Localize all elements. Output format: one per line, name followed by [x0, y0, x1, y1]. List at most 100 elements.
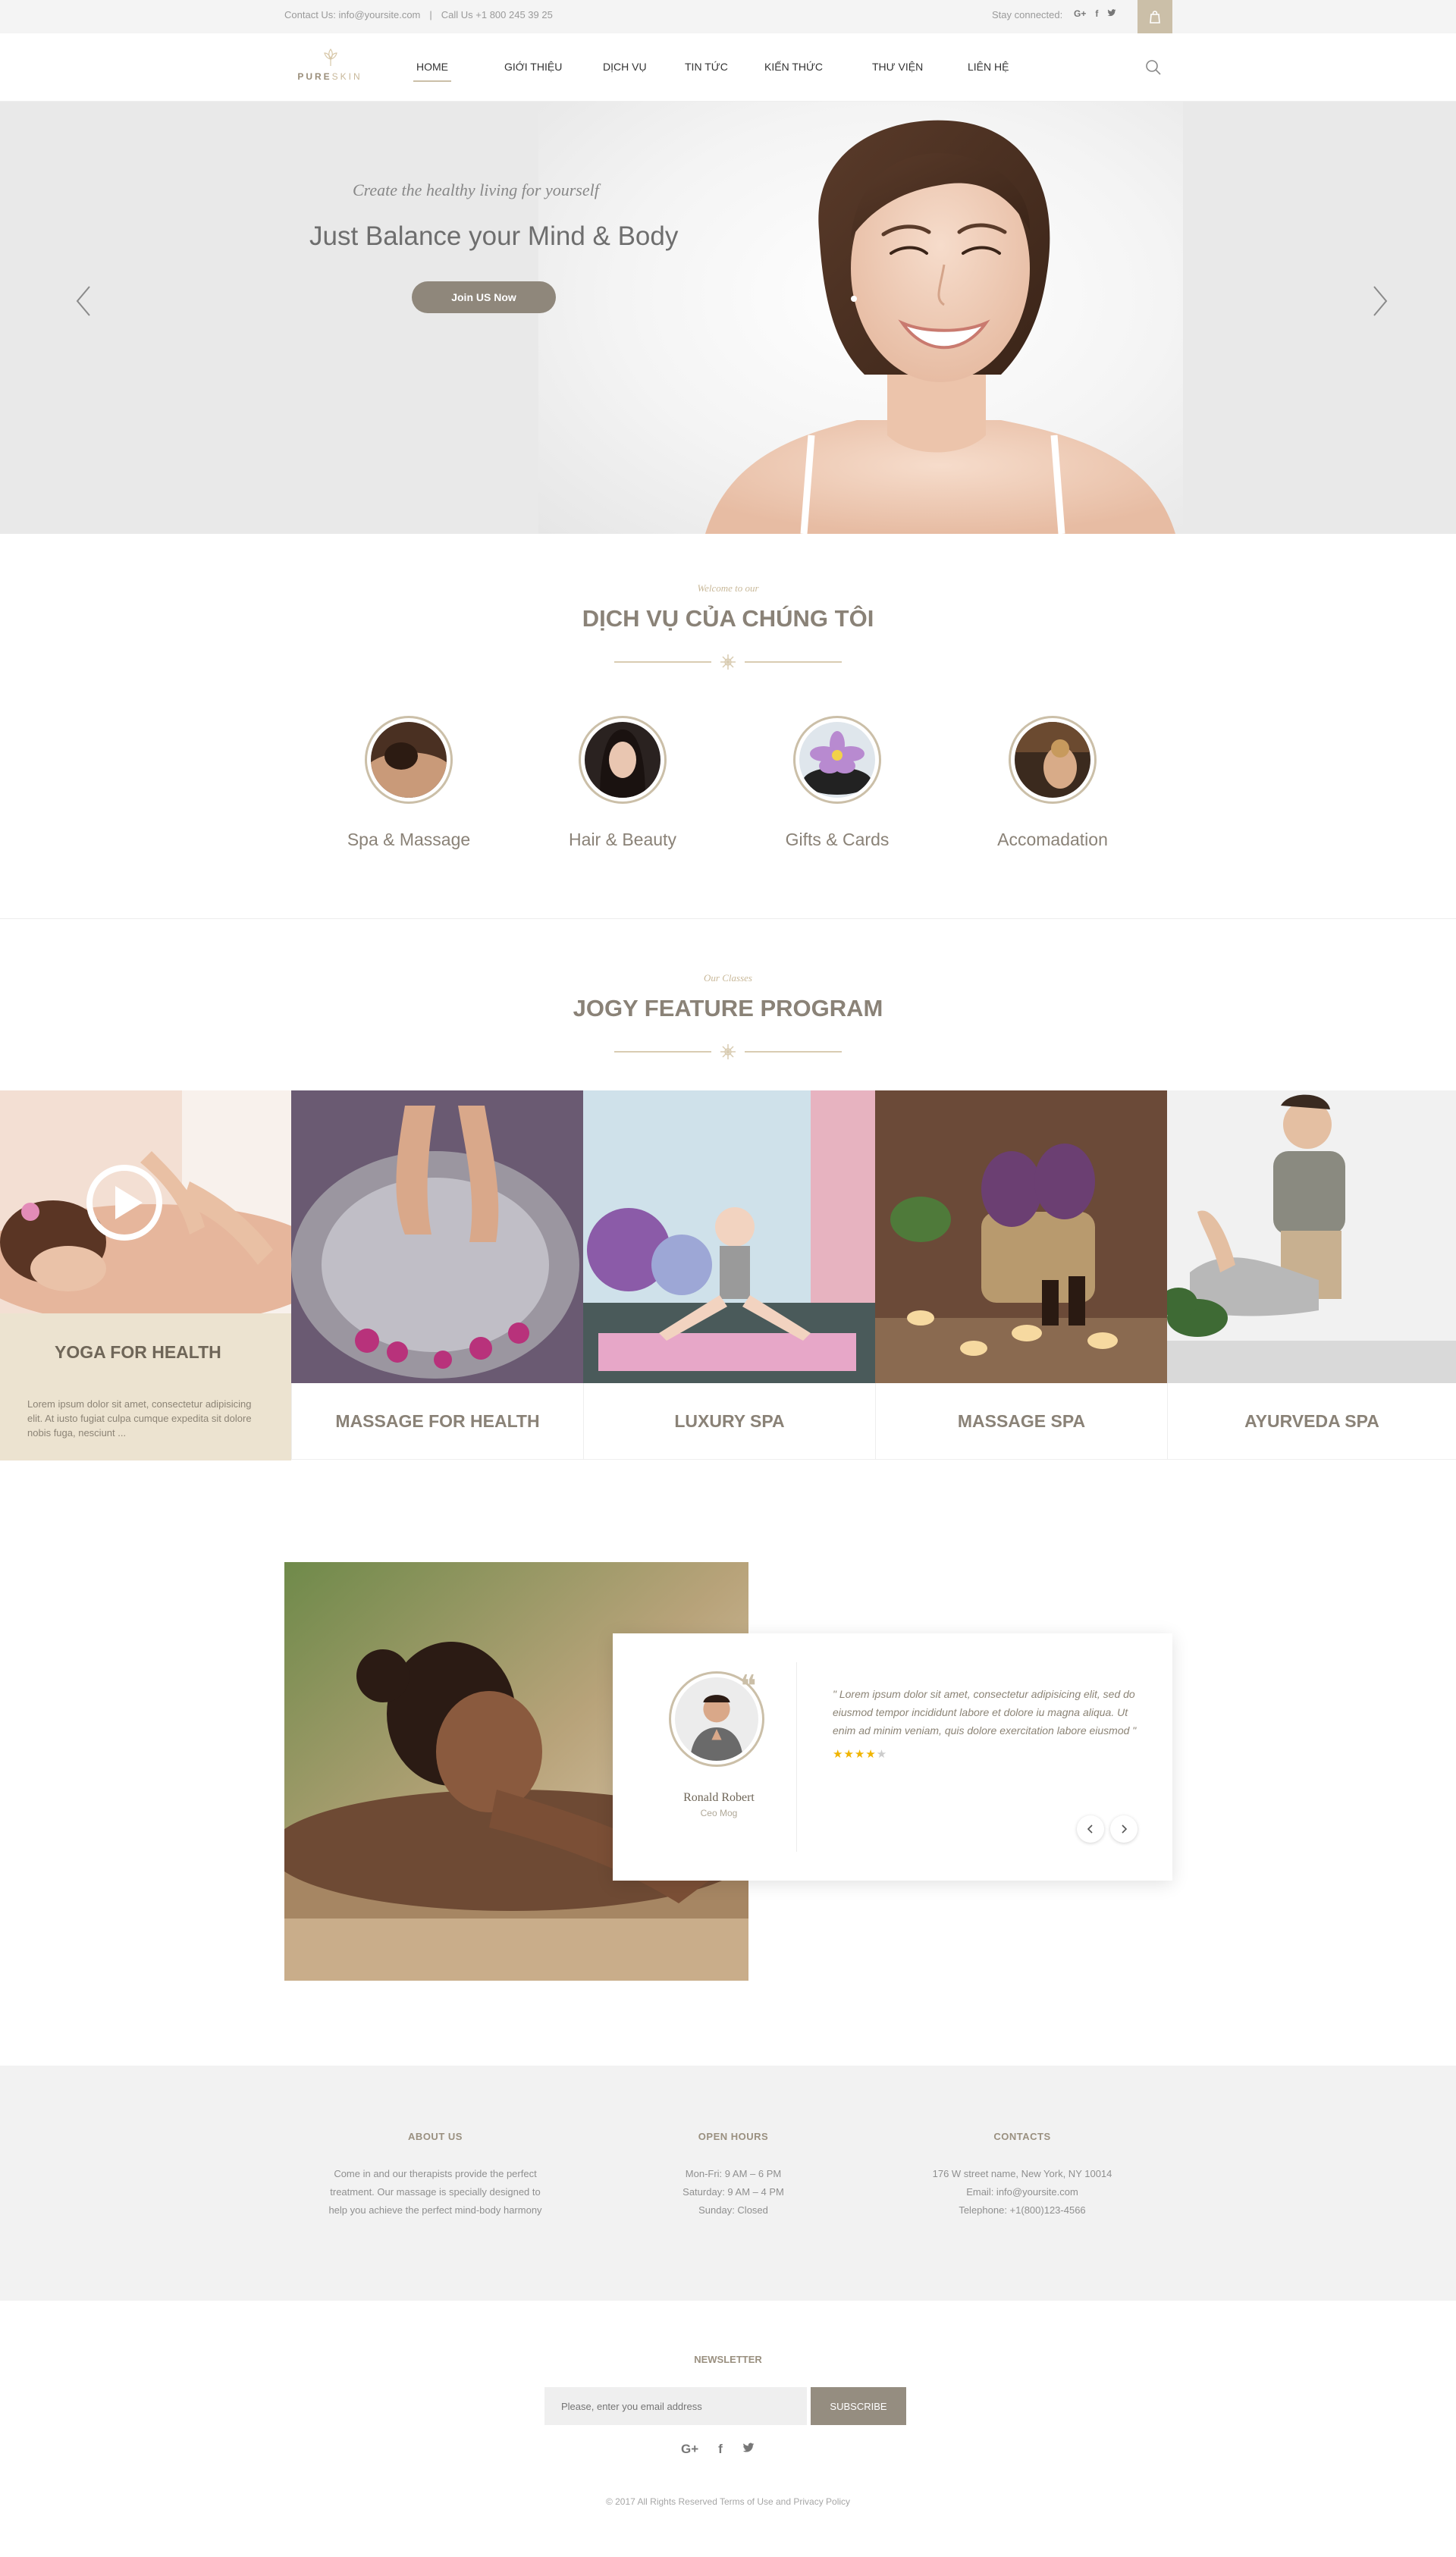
contact-phone[interactable]: Call Us +1 800 245 39 25	[441, 9, 553, 20]
separator: |	[429, 9, 432, 20]
program-massage-spa[interactable]: MASSAGE SPA	[875, 1090, 1167, 1460]
footer-hours-heading: OPEN HOURS	[698, 2131, 769, 2142]
service-accomadation[interactable]: Accomadation	[962, 716, 1144, 850]
programs-title: JOGY FEATURE PROGRAM	[573, 995, 883, 1021]
footer-contacts-line[interactable]: Email: info@yoursite.com	[893, 2183, 1151, 2201]
featured-program-panel: YOGA FOR HEALTH Lorem ipsum dolor sit am…	[0, 1313, 291, 1460]
testimonial-next-button[interactable]	[1110, 1815, 1138, 1843]
subscribe-button[interactable]: SUBSCRIBE	[811, 2387, 906, 2425]
hero-slider: Create the healthy living for yourself J…	[0, 102, 1456, 534]
nav-item-lien-he[interactable]: LIÊN HỆ	[968, 61, 1009, 73]
service-image-frame	[793, 716, 881, 804]
footer-contacts-line: 176 W street name, New York, NY 10014	[932, 2168, 1112, 2179]
google-plus-icon[interactable]: G+	[1074, 8, 1086, 20]
program-label: AYURVEDA SPA	[1167, 1383, 1456, 1460]
star-icon: ★★★★	[833, 1748, 877, 1761]
main-navbar: PURESKIN HOME GIỚI THIỆU DỊCH VỤ TIN TỨC…	[0, 33, 1456, 102]
logo-brand-b: SKIN	[331, 71, 362, 82]
footer-about-line: Come in and our therapists provide the p…	[334, 2168, 537, 2179]
newsletter-title: NEWSLETTER	[694, 2354, 762, 2365]
testimonial-name: Ronald Robert	[683, 1791, 755, 1804]
facebook-icon[interactable]: f	[718, 2442, 723, 2458]
card-divider	[796, 1662, 797, 1852]
feature-programs: YOGA FOR HEALTH Lorem ipsum dolor sit am…	[0, 1090, 1456, 1460]
nav-item-home[interactable]: HOME	[413, 61, 451, 82]
featured-program-text: Lorem ipsum dolor sit amet, consectetur …	[27, 1398, 252, 1439]
testimonial-quote: " Lorem ipsum dolor sit amet, consectetu…	[833, 1688, 1137, 1737]
spa-massage-image	[371, 722, 447, 798]
accomadation-image	[1015, 722, 1090, 798]
ornament-divider-icon	[614, 1044, 842, 1059]
nav-item-dich-vu[interactable]: DỊCH VỤ	[603, 61, 647, 73]
chevron-right-icon[interactable]	[1365, 282, 1395, 320]
service-label: Hair & Beauty	[569, 830, 676, 849]
bag-icon[interactable]	[1138, 0, 1172, 33]
service-image-frame	[1009, 716, 1097, 804]
play-icon[interactable]	[85, 1163, 164, 1242]
join-us-button[interactable]: Join US Now	[412, 281, 556, 313]
footer-social-links: G+ f	[681, 2442, 755, 2458]
program-yoga-for-health[interactable]: YOGA FOR HEALTH Lorem ipsum dolor sit am…	[0, 1090, 291, 1460]
search-icon[interactable]	[1145, 59, 1162, 76]
featured-program-title: YOGA FOR HEALTH	[55, 1342, 221, 1362]
programs-subtitle: Our Classes	[704, 972, 752, 984]
ayurveda-spa-image	[1167, 1090, 1456, 1383]
chevron-right-icon	[1122, 1824, 1128, 1834]
facebook-icon[interactable]: f	[1095, 8, 1098, 20]
nav-item-gioi-thieu[interactable]: GIỚI THIỆU	[504, 61, 562, 73]
stay-connected-label: Stay connected:	[992, 9, 1063, 20]
top-social-links: G+ f	[1074, 8, 1116, 20]
google-plus-icon[interactable]: G+	[681, 2442, 698, 2458]
massage-spa-image	[875, 1090, 1167, 1383]
ornament-divider-icon	[614, 654, 842, 670]
footer-about: ABOUT US Come in and our therapists prov…	[306, 2131, 564, 2220]
luxury-spa-image	[583, 1090, 875, 1383]
hair-beauty-image	[585, 722, 661, 798]
footer-about-line: treatment. Our massage is specially desi…	[330, 2186, 541, 2198]
program-label: MASSAGE FOR HEALTH	[291, 1383, 583, 1460]
chevron-left-icon	[1087, 1824, 1093, 1834]
contact-email[interactable]: Contact Us: info@yoursite.com	[284, 9, 420, 20]
footer-hours-line: Sunday: Closed	[698, 2204, 768, 2216]
footer-hours: OPEN HOURS Mon-Fri: 9 AM – 6 PM Saturday…	[604, 2131, 862, 2220]
twitter-icon[interactable]	[1107, 8, 1116, 20]
nav-item-tin-tuc[interactable]: TIN TỨC	[685, 61, 728, 73]
hero-woman-image	[705, 120, 1175, 534]
program-ayurveda-spa[interactable]: AYURVEDA SPA	[1167, 1090, 1456, 1460]
nav-item-kien-thuc[interactable]: KIẾN THỨC	[764, 61, 823, 73]
footer-contacts: CONTACTS 176 W street name, New York, NY…	[893, 2131, 1151, 2220]
footer-contacts-heading: CONTACTS	[993, 2131, 1051, 2142]
service-spa-massage[interactable]: Spa & Massage	[318, 716, 500, 850]
logo-brand-a: PURE	[297, 71, 332, 82]
rating-stars: ★★★★★	[833, 1747, 887, 1761]
contact-info: Contact Us: info@yoursite.com | Call Us +1…	[284, 0, 553, 33]
section-divider	[0, 918, 1456, 919]
lotus-icon	[324, 48, 337, 66]
footer-about-heading: ABOUT US	[408, 2131, 463, 2142]
twitter-icon[interactable]	[742, 2442, 755, 2458]
program-luxury-spa[interactable]: LUXURY SPA	[583, 1090, 875, 1460]
chevron-left-icon[interactable]	[68, 282, 99, 320]
footer-about-line: help you achieve the perfect mind-body h…	[328, 2204, 542, 2216]
program-massage-for-health[interactable]: MASSAGE FOR HEALTH	[291, 1090, 583, 1460]
newsletter-email-input[interactable]	[544, 2387, 807, 2425]
nav-item-thu-vien[interactable]: THƯ VIỆN	[872, 61, 923, 73]
star-empty-icon: ★	[876, 1748, 888, 1761]
service-hair-beauty[interactable]: Hair & Beauty	[532, 716, 714, 850]
hero-title: Just Balance your Mind & Body	[309, 221, 679, 251]
quote-icon: ❝	[740, 1669, 757, 1703]
top-bar: Contact Us: info@yoursite.com | Call Us +1…	[0, 0, 1456, 33]
service-label: Accomadation	[997, 830, 1108, 849]
service-label: Spa & Massage	[347, 830, 471, 849]
testimonial-prev-button[interactable]	[1077, 1815, 1104, 1843]
copyright: © 2017 All Rights Reserved Terms of Use …	[605, 2496, 851, 2507]
hero-tagline: Create the healthy living for yourself	[353, 180, 599, 199]
logo[interactable]: PURESKIN	[290, 44, 369, 93]
program-label: MASSAGE SPA	[875, 1383, 1167, 1460]
footer-contacts-line[interactable]: Telephone: +1(800)123-4566	[893, 2201, 1151, 2220]
service-image-frame	[579, 716, 667, 804]
service-image-frame	[365, 716, 453, 804]
footer-info: ABOUT US Come in and our therapists prov…	[0, 2066, 1456, 2301]
services-title: DỊCH VỤ CỦA CHÚNG TÔI	[582, 605, 874, 632]
service-gifts-cards[interactable]: Gifts & Cards	[746, 716, 928, 850]
